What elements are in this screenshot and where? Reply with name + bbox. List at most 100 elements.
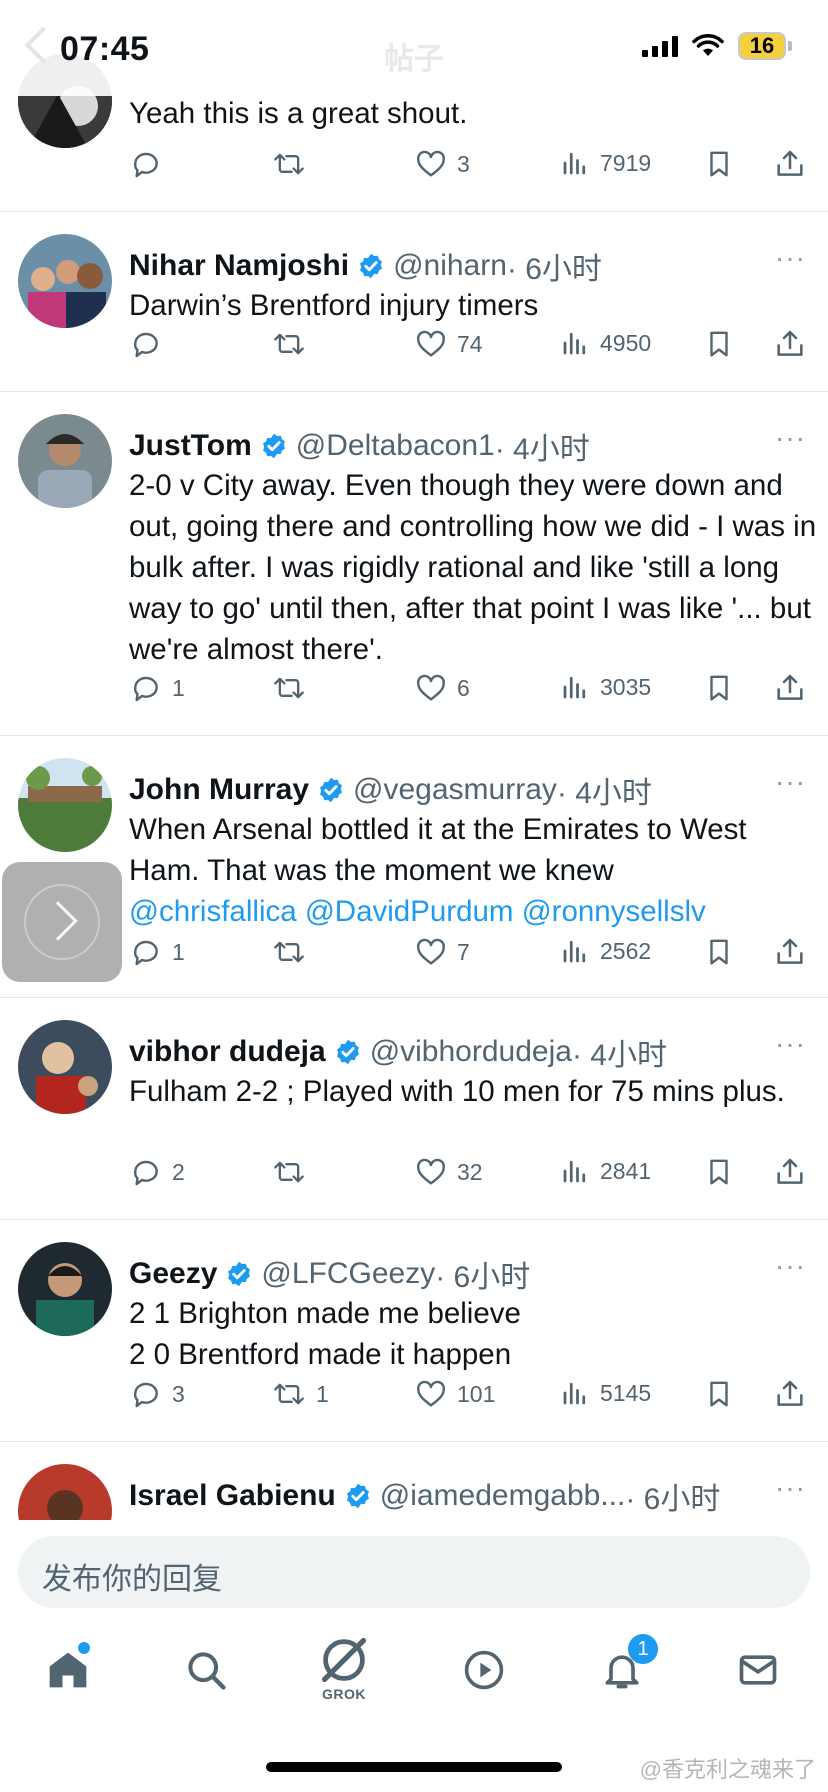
author-name[interactable]: vibhor dudeja bbox=[129, 1035, 326, 1069]
author-handle[interactable]: @Deltabacon1 bbox=[296, 429, 495, 463]
tweet[interactable]: vibhor dudeja @vibhordudeja · 4小时 ··· Fu… bbox=[0, 998, 828, 1220]
like-button[interactable]: 6 bbox=[415, 672, 470, 704]
avatar[interactable] bbox=[18, 1242, 112, 1336]
reply-input[interactable]: 发布你的回复 bbox=[18, 1536, 810, 1608]
like-icon bbox=[417, 674, 445, 701]
views-count: 5145 bbox=[600, 1379, 652, 1406]
author-name[interactable]: John Murray bbox=[129, 773, 309, 807]
bookmark-button[interactable] bbox=[704, 328, 734, 360]
retweet-button[interactable] bbox=[272, 672, 316, 704]
mention-links[interactable]: @chrisfallica @DavidPurdum @ronnysellslv bbox=[129, 895, 706, 928]
more-options-icon[interactable]: ··· bbox=[775, 1472, 806, 1504]
avatar[interactable] bbox=[18, 1020, 112, 1114]
retweet-button[interactable] bbox=[272, 936, 316, 968]
bookmark-icon bbox=[710, 1381, 728, 1407]
author-handle[interactable]: @vibhordudeja bbox=[370, 1035, 572, 1069]
retweet-icon bbox=[274, 677, 304, 699]
share-button[interactable] bbox=[774, 672, 806, 704]
avatar[interactable] bbox=[18, 758, 112, 852]
reply-icon bbox=[133, 940, 158, 966]
tweet-header: Nihar Namjoshi @niharn · 6小时 bbox=[129, 244, 602, 288]
nav-search[interactable] bbox=[184, 1648, 228, 1697]
author-name[interactable]: Geezy bbox=[129, 1257, 217, 1291]
reply-button[interactable]: 3 bbox=[130, 1378, 185, 1410]
tweet[interactable]: Nihar Namjoshi @niharn · 6小时 ··· Darwin’… bbox=[0, 212, 828, 392]
views-count: 2841 bbox=[600, 1157, 652, 1184]
views-button[interactable]: 3035 bbox=[560, 672, 651, 702]
views-button[interactable]: 4950 bbox=[560, 328, 651, 358]
nav-grok[interactable]: GROK bbox=[318, 1634, 370, 1702]
author-name[interactable]: JustTom bbox=[129, 429, 252, 463]
retweet-button[interactable]: 1 bbox=[272, 1378, 329, 1410]
views-button[interactable]: 2841 bbox=[560, 1156, 651, 1186]
share-button[interactable] bbox=[774, 936, 806, 968]
tweet[interactable]: John Murray @vegasmurray · 4小时 ··· When … bbox=[0, 736, 828, 998]
share-icon bbox=[777, 150, 803, 176]
author-name[interactable]: Israel Gabienu bbox=[129, 1479, 336, 1513]
more-options-icon[interactable]: ··· bbox=[775, 1250, 806, 1282]
tweet-line: 2 0 Brentford made it happen bbox=[129, 1338, 512, 1371]
tweet-actions: 74 4950 bbox=[0, 328, 828, 368]
share-button[interactable] bbox=[774, 328, 806, 360]
more-options-icon[interactable]: ··· bbox=[775, 766, 806, 798]
reply-icon bbox=[133, 152, 158, 178]
avatar[interactable] bbox=[18, 234, 112, 328]
like-button[interactable]: 3 bbox=[415, 148, 470, 180]
reply-button[interactable] bbox=[130, 328, 172, 360]
views-button[interactable]: 2562 bbox=[560, 936, 651, 966]
like-button[interactable]: 7 bbox=[415, 936, 470, 968]
author-handle[interactable]: @vegasmurray bbox=[353, 773, 557, 807]
bookmark-button[interactable] bbox=[704, 148, 734, 180]
author-handle[interactable]: @LFCGeezy bbox=[261, 1257, 435, 1291]
more-options-icon[interactable]: ··· bbox=[775, 422, 806, 454]
retweet-button[interactable] bbox=[272, 1156, 316, 1188]
like-button[interactable]: 101 bbox=[415, 1378, 495, 1410]
reply-button[interactable]: 1 bbox=[130, 672, 185, 704]
bookmark-button[interactable] bbox=[704, 936, 734, 968]
views-icon bbox=[563, 152, 586, 175]
views-button[interactable]: 5145 bbox=[560, 1378, 651, 1408]
bookmark-button[interactable] bbox=[704, 672, 734, 704]
share-button[interactable] bbox=[774, 1378, 806, 1410]
share-button[interactable] bbox=[774, 1156, 806, 1188]
mail-icon bbox=[739, 1655, 777, 1685]
author-handle[interactable]: @iamedemgabb... bbox=[380, 1479, 626, 1513]
nav-home[interactable] bbox=[46, 1642, 90, 1697]
bookmark-button[interactable] bbox=[704, 1156, 734, 1188]
views-icon bbox=[563, 676, 586, 699]
reply-feed: Yeah this is a great shout. 3 7919 Nihar … bbox=[0, 0, 828, 1520]
reply-button[interactable] bbox=[130, 148, 172, 180]
tweet[interactable]: JustTom @Deltabacon1 · 4小时 ··· 2-0 v Cit… bbox=[0, 392, 828, 736]
avatar[interactable] bbox=[18, 1464, 112, 1520]
like-count: 74 bbox=[457, 330, 483, 357]
bookmark-icon bbox=[710, 331, 728, 357]
like-button[interactable]: 74 bbox=[415, 328, 483, 360]
bookmark-icon bbox=[710, 1159, 728, 1185]
views-count: 3035 bbox=[600, 673, 652, 700]
views-count: 7919 bbox=[600, 149, 652, 176]
bookmark-button[interactable] bbox=[704, 1378, 734, 1410]
author-handle[interactable]: @niharn bbox=[393, 249, 507, 283]
reply-button[interactable]: 2 bbox=[130, 1156, 185, 1188]
more-options-icon[interactable]: ··· bbox=[775, 1028, 806, 1060]
nav-video[interactable] bbox=[462, 1648, 506, 1697]
floating-next-button[interactable] bbox=[2, 862, 122, 982]
nav-messages[interactable] bbox=[736, 1648, 780, 1697]
reply-button[interactable]: 1 bbox=[130, 936, 185, 968]
bookmark-icon bbox=[710, 151, 728, 177]
more-options-icon[interactable]: ··· bbox=[775, 242, 806, 274]
retweet-count: 1 bbox=[316, 1380, 329, 1407]
share-icon bbox=[777, 938, 803, 964]
tweet[interactable]: Geezy @LFCGeezy · 6小时 ··· 2 1 Brighton m… bbox=[0, 1220, 828, 1442]
share-button[interactable] bbox=[774, 148, 806, 180]
retweet-button[interactable] bbox=[272, 148, 316, 180]
nav-notifications[interactable]: 1 bbox=[600, 1634, 658, 1697]
retweet-button[interactable] bbox=[272, 328, 316, 360]
views-button[interactable]: 7919 bbox=[560, 148, 651, 178]
author-name[interactable]: Nihar Namjoshi bbox=[129, 249, 349, 283]
tweet-header: JustTom @Deltabacon1 · 4小时 bbox=[129, 424, 590, 468]
avatar[interactable] bbox=[18, 414, 112, 508]
tweet[interactable]: Israel Gabienu @iamedemgabb... · 6小时 ··· bbox=[0, 1442, 828, 1520]
like-button[interactable]: 32 bbox=[415, 1156, 483, 1188]
tweet-time: · 4小时 bbox=[556, 777, 652, 810]
